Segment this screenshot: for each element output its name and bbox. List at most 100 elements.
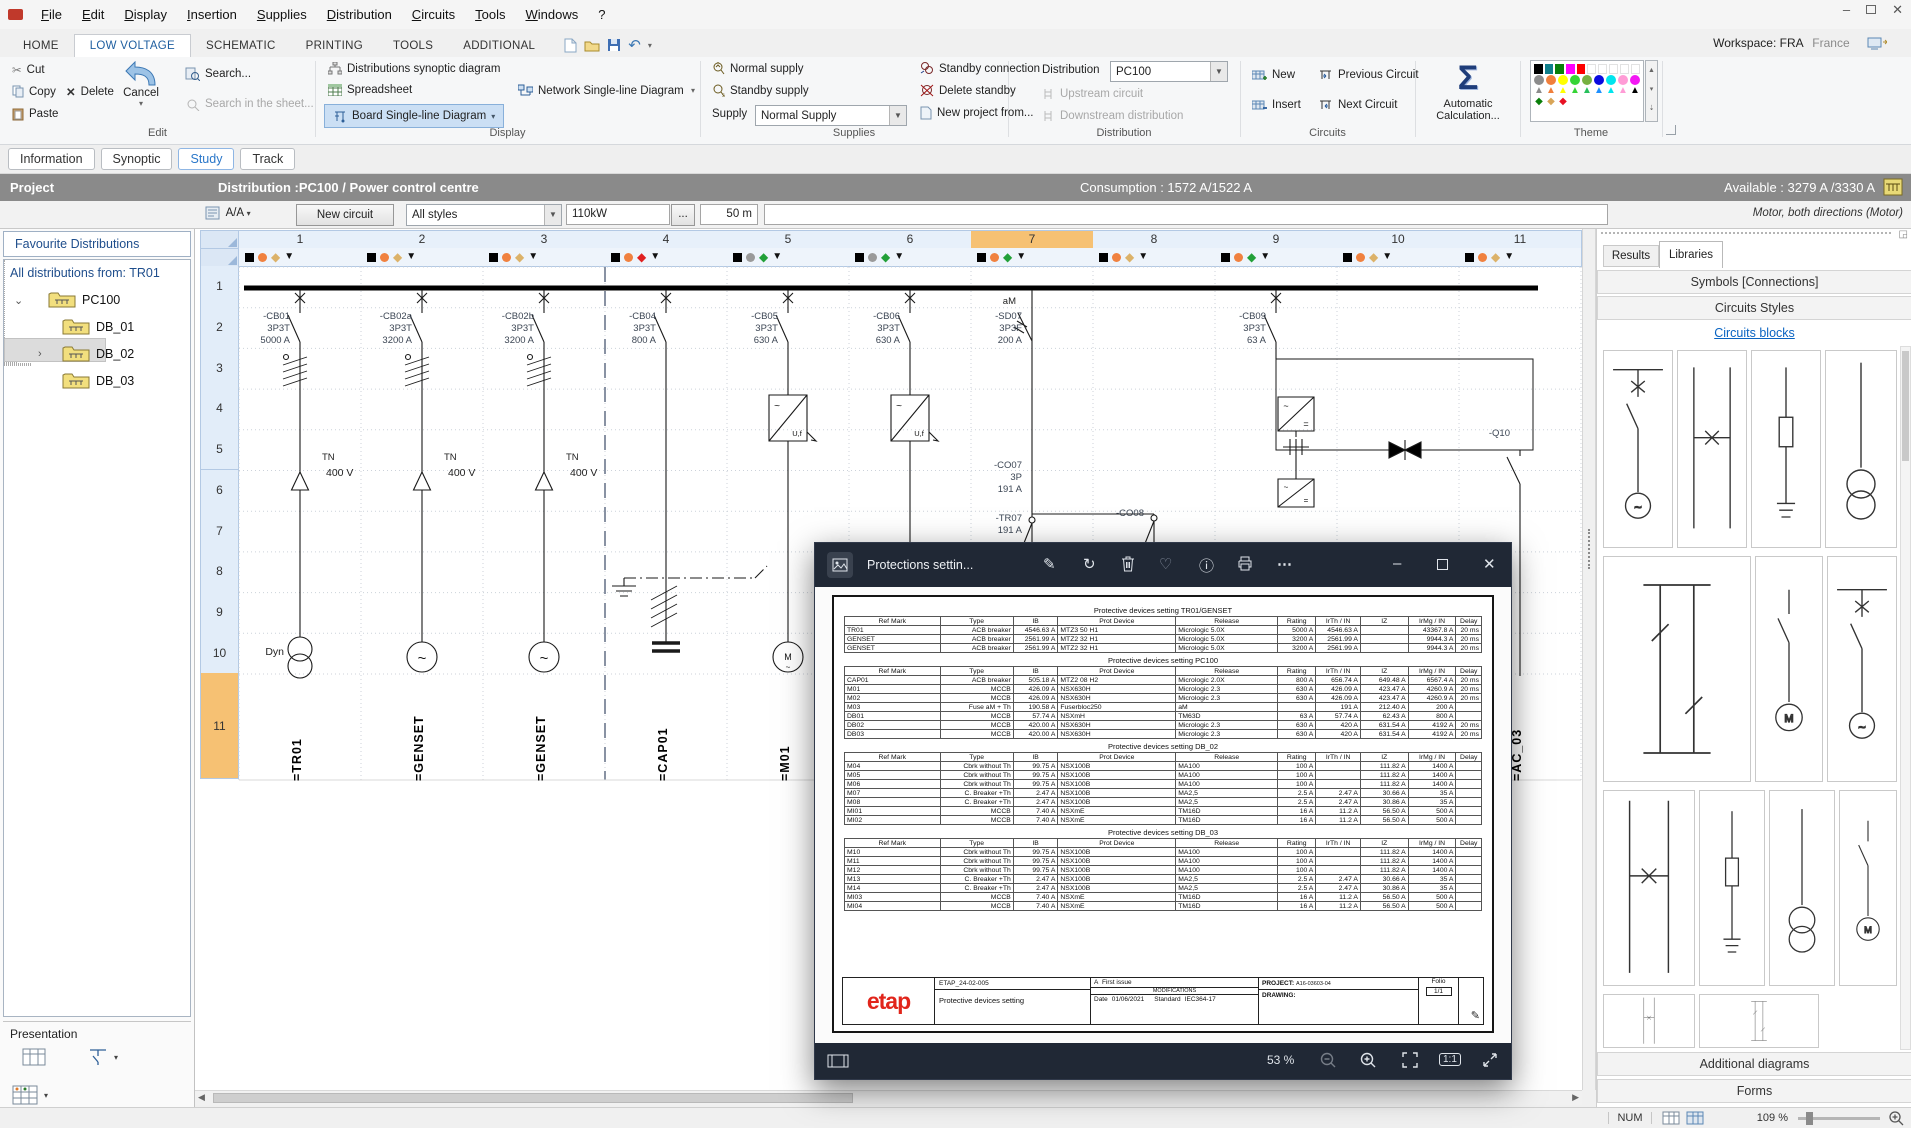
paste-button[interactable]: Paste [12,107,58,121]
insert-circuit-button[interactable]: Insert [1252,99,1301,111]
panel-splitter[interactable] [1582,229,1596,1090]
favourite-distributions-header[interactable]: Favourite Distributions [3,231,191,257]
ribbon-tab-low-voltage[interactable]: LOW VOLTAGE [74,34,191,57]
diagram-horizontal-scrollbar[interactable]: ◀ ▶ [195,1090,1582,1105]
theme-swatch[interactable] [1546,75,1556,85]
window-restore-button[interactable] [1866,5,1876,14]
column-icon-cell-9[interactable]: ◆▼ [1215,248,1338,267]
new-circuit-button[interactable]: New circuit [296,204,394,226]
rotate-icon[interactable]: ↻ [1083,555,1096,573]
theme-swatch[interactable] [1566,64,1575,74]
circuit-block-coupling[interactable] [1603,994,1695,1048]
theme-swatch[interactable]: ◆ [1534,97,1544,107]
window-close-button[interactable]: ✕ [1892,2,1903,18]
circuit-block-coupling[interactable] [1677,350,1747,548]
row-header-8[interactable]: 8 [200,551,239,593]
new-circuit-ribbon-button[interactable]: New [1252,69,1295,81]
section-circuits-blocks[interactable]: Circuits blocks [1597,322,1911,346]
theme-swatch[interactable] [1534,64,1543,74]
window-minimize-button[interactable]: – [1843,2,1850,18]
circuit-block-incomer[interactable]: ~ [1827,556,1897,782]
tree-item-db-03[interactable]: DB_03 [96,374,134,388]
column-header-1[interactable]: 1 [239,230,362,249]
style-filter-combo[interactable]: All styles▼ [406,204,562,226]
theme-swatch[interactable] [1620,64,1629,74]
tab-libraries[interactable]: Libraries [1659,241,1723,268]
menu-item[interactable]: ? [588,7,615,22]
column-header-4[interactable]: 4 [605,230,728,249]
popup-close-button[interactable]: ✕ [1483,555,1496,573]
circuit-block-busbar-riser[interactable] [1603,556,1751,782]
distributions-synoptic-button[interactable]: Distributions synoptic diagram [328,62,500,75]
row-header-10[interactable]: 10 [200,632,239,674]
row-header-3[interactable]: 3 [200,347,239,389]
theme-swatch[interactable] [1594,75,1604,85]
theme-dialog-launcher-icon[interactable] [1666,125,1676,135]
theme-swatch[interactable] [1577,64,1586,74]
power-input[interactable]: 110kW [566,204,670,225]
automatic-calculation-button[interactable]: Σ Automatic Calculation... [1420,59,1516,122]
tree-item-pc100[interactable]: PC100 [82,293,120,307]
column-header-2[interactable]: 2 [361,230,484,249]
network-single-line-diagram-button[interactable]: Network Single-line Diagram ▾ [518,84,695,97]
presentation-sld-dropdown-icon[interactable]: ▾ [114,1053,118,1062]
section-circuits-styles[interactable]: Circuits Styles [1597,296,1911,320]
theme-swatch[interactable]: ◆ [1546,97,1556,107]
undo-icon[interactable]: ↶ [628,36,641,54]
scroll-left-icon[interactable]: ◀ [198,1092,205,1103]
delete-image-icon[interactable] [1121,556,1135,572]
undo-dropdown-icon[interactable]: ▾ [648,41,652,50]
row-header-6[interactable]: 6 [200,470,239,512]
menu-tools[interactable]: Tools [465,7,515,22]
circuit-block-busbar-riser[interactable] [1699,994,1819,1048]
new-project-from-button[interactable]: New project from... [920,106,1034,120]
power-ellipsis-button[interactable]: ... [671,204,695,226]
distribution-combo[interactable]: PC100▼ [1110,61,1228,82]
filmstrip-icon[interactable] [827,1053,849,1069]
statusbar-grid-icon[interactable] [1686,1111,1704,1125]
blocks-scrollbar[interactable] [1900,346,1911,1050]
column-header-9[interactable]: 9 [1215,230,1338,249]
view-tab-synoptic[interactable]: Synoptic [101,148,173,170]
presentation-grid-icon[interactable] [12,1085,38,1105]
menu-circuits[interactable]: Circuits [402,7,465,22]
column-icon-cell-3[interactable]: ◆▼ [483,248,606,267]
zoom-out-icon[interactable] [1319,1051,1337,1069]
theme-swatch[interactable]: ▲ [1630,86,1640,96]
theme-swatch[interactable] [1598,64,1607,74]
column-icon-cell-4[interactable]: ◆▼ [605,248,728,267]
row-header-11[interactable]: 11 [200,673,239,779]
more-options-icon[interactable]: ⋯ [1277,555,1294,573]
theme-swatch[interactable]: ▲ [1546,86,1556,96]
column-header-10[interactable]: 10 [1337,230,1460,249]
ribbon-tab-tools[interactable]: TOOLS [378,35,448,57]
info-icon[interactable]: ⓘ [1199,555,1214,576]
ribbon-tab-additional[interactable]: ADDITIONAL [448,35,550,57]
diagram-corner-cell[interactable] [200,230,239,249]
panel-drag-handle[interactable] [1601,232,1891,234]
comment-input[interactable] [764,204,1608,225]
fullscreen-icon[interactable] [1481,1051,1499,1069]
workspace-switch-icon[interactable] [1867,36,1887,50]
diagram-corner-cell2[interactable] [200,248,239,267]
panel-pin-icon[interactable]: ◲ [1899,229,1908,240]
scroll-right-icon[interactable]: ▶ [1572,1092,1579,1103]
theme-swatch[interactable] [1618,75,1628,85]
row-header-9[interactable]: 9 [200,592,239,634]
scrollbar-thumb[interactable] [213,1093,853,1103]
menu-edit[interactable]: Edit [72,7,114,22]
theme-swatch[interactable] [1582,75,1592,85]
view-tab-study[interactable]: Study [178,148,234,170]
menu-distribution[interactable]: Distribution [317,7,402,22]
previous-circuit-button[interactable]: Previous Circuit [1318,69,1419,81]
cut-button[interactable]: ✂Cut [12,63,45,77]
row-header-7[interactable]: 7 [200,510,239,552]
view-tab-information[interactable]: Information [8,148,95,170]
actual-size-icon[interactable]: 1:1 [1439,1053,1461,1066]
theme-swatch[interactable] [1587,64,1596,74]
next-circuit-button[interactable]: Next Circuit [1318,99,1397,111]
menu-windows[interactable]: Windows [516,7,589,22]
theme-scrollbar[interactable]: ▲▾⇣ [1645,60,1658,122]
column-icon-cell-1[interactable]: ◆▼ [239,248,362,267]
theme-swatch[interactable]: ▲ [1534,86,1544,96]
